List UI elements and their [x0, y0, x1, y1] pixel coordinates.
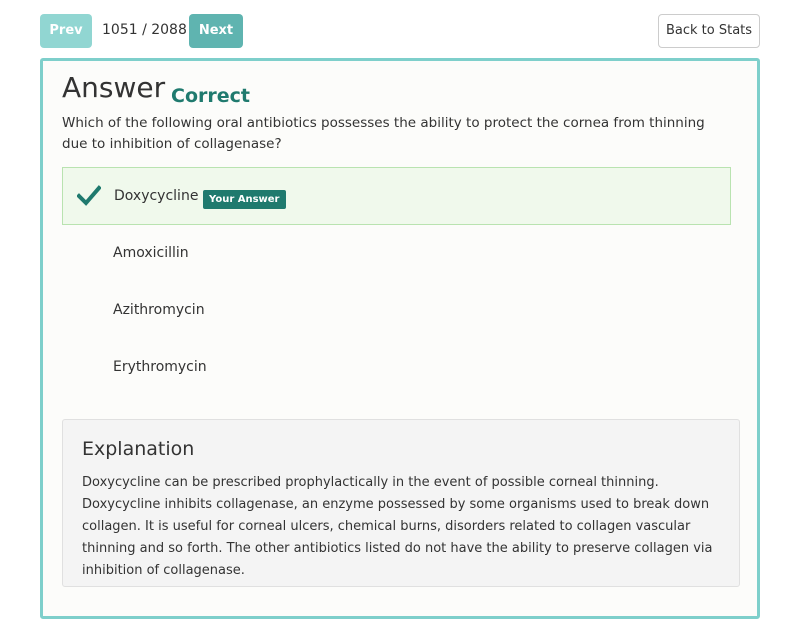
question-counter: 1051 / 2088	[102, 22, 187, 38]
your-answer-badge: Your Answer	[203, 190, 286, 209]
option-amoxicillin[interactable]: Amoxicillin	[62, 225, 731, 283]
navigation-bar: Prev 1051 / 2088 Next Back to Stats	[40, 14, 760, 48]
verdict-label: Correct	[171, 85, 250, 107]
option-azithromycin[interactable]: Azithromycin	[62, 282, 731, 340]
back-to-stats-button[interactable]: Back to Stats	[658, 14, 760, 48]
option-label: Doxycycline	[114, 188, 199, 204]
option-label: Azithromycin	[113, 302, 205, 318]
explanation-title: Explanation	[82, 438, 195, 460]
next-button[interactable]: Next	[189, 14, 243, 48]
option-label: Erythromycin	[113, 359, 207, 375]
option-doxycycline[interactable]: Doxycycline Your Answer	[62, 167, 731, 225]
answer-title: Answer	[62, 71, 166, 104]
prev-button[interactable]: Prev	[40, 14, 92, 48]
explanation-text: Doxycycline can be prescribed prophylact…	[82, 475, 713, 578]
answer-card: Answer Correct Which of the following or…	[40, 58, 760, 619]
question-text: Which of the following oral antibiotics …	[62, 115, 705, 152]
option-erythromycin[interactable]: Erythromycin	[62, 339, 731, 397]
explanation-panel: Explanation Doxycycline can be prescribe…	[62, 419, 740, 587]
checkmark-icon	[77, 185, 101, 206]
option-label: Amoxicillin	[113, 245, 189, 261]
